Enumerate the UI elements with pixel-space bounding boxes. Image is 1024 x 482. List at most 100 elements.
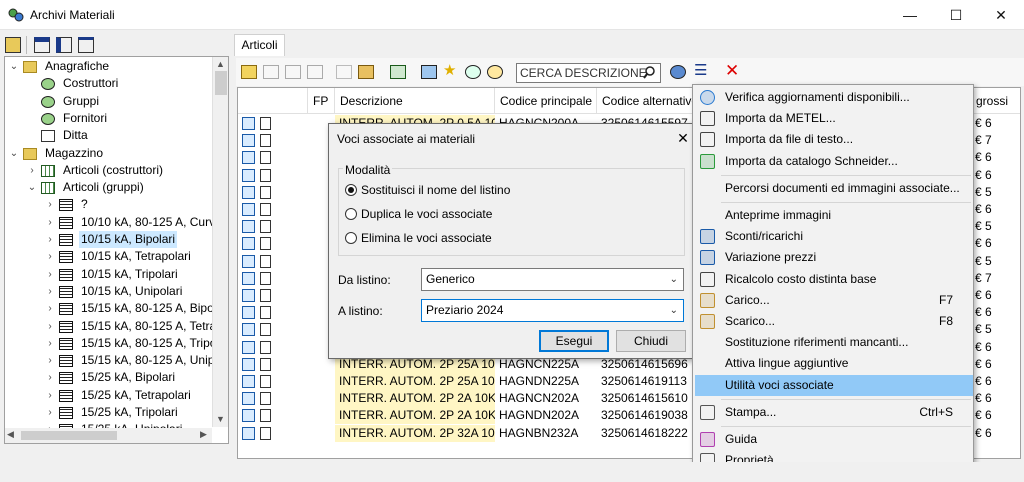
minimize-button[interactable]: — <box>887 0 933 30</box>
menu-item[interactable]: Guida <box>695 429 973 450</box>
folder-view-icon[interactable] <box>5 37 21 53</box>
folder-icon <box>23 61 37 73</box>
radio-duplicate[interactable] <box>345 208 357 220</box>
menu-item[interactable]: Attiva lingue aggiuntive <box>695 353 973 374</box>
column-header[interactable] <box>238 88 308 114</box>
tree-node[interactable]: › 15/15 kA, 80-125 A, Tripola <box>5 335 226 352</box>
to-list-select[interactable]: Preziario 2024 ⌄ <box>421 299 684 322</box>
tree-node[interactable]: › 15/25 kA, Tripolari <box>5 404 215 421</box>
tree-node[interactable]: ⌄ Magazzino <box>5 145 215 162</box>
menu-item[interactable]: Scarico... F8 <box>695 311 973 332</box>
chevron-right-icon[interactable]: › <box>45 352 55 369</box>
close-dialog-button[interactable]: Chiudi <box>616 330 686 352</box>
menu-item[interactable]: Carico... F7 <box>695 290 973 311</box>
scrollbar-thumb[interactable] <box>215 71 227 95</box>
column-header[interactable]: Codice principale <box>495 88 597 114</box>
binoculars-icon[interactable] <box>421 65 437 79</box>
paste-icon[interactable] <box>358 65 374 79</box>
tree-node[interactable]: › 15/15 kA, 80-125 A, Bipola <box>5 300 223 317</box>
radio-replace[interactable] <box>345 184 357 196</box>
radio-replace-label[interactable]: Sostituisci il nome del listino <box>361 183 510 197</box>
column-header[interactable]: Descrizione <box>335 88 495 114</box>
new-folder-icon[interactable] <box>241 65 257 79</box>
tree-vertical-scrollbar[interactable]: ▲ ▼ <box>212 57 228 427</box>
from-list-select[interactable]: Generico ⌄ <box>421 268 684 291</box>
cell-price: € 7 <box>975 133 992 148</box>
menu-item[interactable]: Verifica aggiornamenti disponibili... <box>695 87 973 108</box>
document-icon <box>260 340 271 354</box>
menu-item[interactable]: Variazione prezzi <box>695 247 973 268</box>
chevron-right-icon[interactable]: › <box>45 404 55 421</box>
layout-horizontal-icon[interactable] <box>34 37 50 53</box>
chevron-right-icon[interactable]: › <box>45 318 55 335</box>
database-icon[interactable] <box>670 65 686 79</box>
radio-delete[interactable] <box>345 232 357 244</box>
chevron-right-icon[interactable]: › <box>45 335 55 352</box>
menu-item[interactable]: Importa da METEL... <box>695 108 973 129</box>
layout-single-icon[interactable] <box>78 37 94 53</box>
tree-node[interactable]: › 15/25 kA, Tetrapolari <box>5 387 215 404</box>
chevron-right-icon[interactable]: › <box>45 369 55 386</box>
scrollbar-thumb[interactable] <box>21 431 117 440</box>
tree-node[interactable]: › 15/15 kA, 80-125 A, Unipo <box>5 352 221 369</box>
chevron-right-icon[interactable]: › <box>45 300 55 317</box>
tree-node[interactable]: Fornitori <box>5 110 215 127</box>
tree-node[interactable]: Gruppi <box>5 93 215 110</box>
menu-item[interactable]: Sconti/ricarichi <box>695 226 973 247</box>
maximize-button[interactable]: ☐ <box>933 0 979 30</box>
close-button[interactable]: ✕ <box>978 0 1024 30</box>
menu-item[interactable]: Stampa... Ctrl+S <box>695 402 973 423</box>
chevron-down-icon[interactable]: ⌄ <box>9 58 19 75</box>
find-icon[interactable] <box>465 65 481 79</box>
tree-node[interactable]: › 10/15 kA, Bipolari <box>5 231 215 248</box>
chevron-right-icon[interactable]: › <box>45 231 55 248</box>
menu-item[interactable]: Percorsi documenti ed immagini associate… <box>695 178 973 199</box>
menu-item[interactable]: Anteprime immagini <box>695 205 973 226</box>
tree-node[interactable]: › Articoli (costruttori) <box>5 162 215 179</box>
link-icon <box>242 340 255 354</box>
chevron-down-icon[interactable]: ⌄ <box>27 179 37 196</box>
tree-node[interactable]: › 10/10 kA, 80-125 A, Curva <box>5 214 222 231</box>
tree-node[interactable]: ⌄ Articoli (gruppi) <box>5 179 215 196</box>
tree-node[interactable]: › 15/25 kA, Bipolari <box>5 369 215 386</box>
radio-duplicate-label[interactable]: Duplica le voci associate <box>361 207 492 221</box>
find-next-icon[interactable] <box>487 65 503 79</box>
menu-icon[interactable]: ☰ <box>694 63 710 78</box>
layout-vertical-icon[interactable] <box>56 37 72 53</box>
radio-delete-label[interactable]: Elimina le voci associate <box>361 231 492 245</box>
column-header[interactable]: grossi <box>971 88 1020 114</box>
export-icon[interactable] <box>390 65 406 79</box>
tree-node[interactable]: › 10/15 kA, Unipolari <box>5 283 215 300</box>
menu-item[interactable]: Importa da file di testo... <box>695 129 973 150</box>
chevron-right-icon[interactable]: › <box>45 196 55 213</box>
search-icon[interactable] <box>643 66 656 79</box>
menu-item[interactable]: Utilità voci associate <box>695 374 973 396</box>
chevron-right-icon[interactable]: › <box>45 248 55 265</box>
menu-item[interactable]: Ricalcolo costo distinta base <box>695 269 973 290</box>
tree-node[interactable]: › 15/15 kA, 80-125 A, Tetrap <box>5 318 223 335</box>
chevron-down-icon[interactable]: ⌄ <box>9 145 19 162</box>
tree-node[interactable]: Ditta <box>5 127 215 144</box>
chevron-right-icon[interactable]: › <box>27 162 37 179</box>
menu-item[interactable]: Sostituzione riferimenti mancanti... <box>695 332 973 353</box>
column-header[interactable]: FP <box>308 88 335 114</box>
tree-node[interactable]: ›? <box>5 196 215 213</box>
navigation-tree[interactable]: ⌄ Anagrafiche Costruttori Gruppi Fornitori Di… <box>4 56 229 444</box>
chevron-right-icon[interactable]: › <box>45 266 55 283</box>
search-input[interactable]: CERCA DESCRIZIONE <box>516 63 661 83</box>
chevron-right-icon[interactable]: › <box>45 214 55 231</box>
tab-articoli[interactable]: Articoli <box>234 34 285 56</box>
dialog-close-button[interactable]: ✕ <box>673 128 693 148</box>
menu-item[interactable]: Importa da catalogo Schneider... <box>695 151 973 172</box>
column-header[interactable]: Codice alternativo <box>597 88 697 114</box>
tree-node[interactable]: › 10/15 kA, Tripolari <box>5 266 215 283</box>
star-icon[interactable]: ★ <box>443 63 459 78</box>
chevron-right-icon[interactable]: › <box>45 387 55 404</box>
chevron-right-icon[interactable]: › <box>45 283 55 300</box>
tree-horizontal-scrollbar[interactable]: ◀ ▶ <box>5 428 212 443</box>
delete-icon[interactable]: ✕ <box>725 62 741 79</box>
tree-node[interactable]: Costruttori <box>5 75 215 92</box>
run-button[interactable]: Esegui <box>539 330 609 352</box>
tree-node[interactable]: › 10/15 kA, Tetrapolari <box>5 248 215 265</box>
tree-node[interactable]: ⌄ Anagrafiche <box>5 58 215 75</box>
